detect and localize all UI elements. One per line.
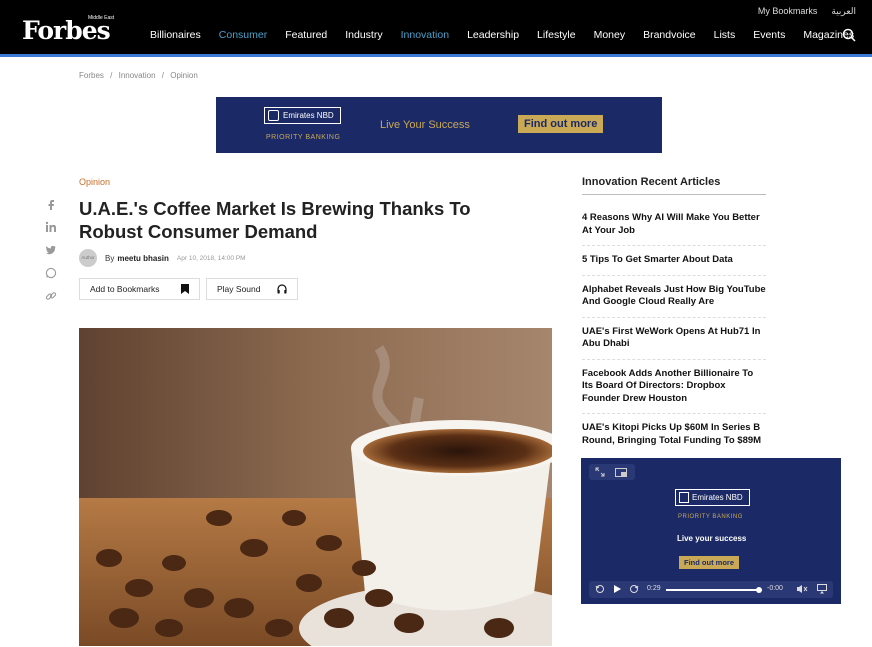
video-ad-brand-logo: Emirates NBD (675, 489, 750, 506)
recent-article-link[interactable]: UAE's First WeWork Opens At Hub71 In Abu… (582, 326, 766, 360)
recent-article-link[interactable]: 4 Reasons Why AI Will Make You Better At… (582, 212, 766, 246)
forward-icon[interactable] (629, 584, 639, 594)
add-to-bookmarks-button[interactable]: Add to Bookmarks (79, 278, 200, 300)
airplay-icon[interactable] (817, 584, 827, 594)
main-nav: Billionaires Consumer Featured Industry … (150, 29, 872, 41)
bookmark-icon (181, 284, 189, 294)
arabic-language-link[interactable]: العربية (831, 6, 856, 17)
recent-article-link[interactable]: Facebook Adds Another Billionaire To Its… (582, 368, 766, 414)
bank-logo-icon (679, 492, 689, 503)
sidebar-title: Innovation Recent Articles (582, 176, 721, 188)
article-category[interactable]: Opinion (79, 177, 110, 187)
nav-industry[interactable]: Industry (345, 29, 382, 41)
video-progress-bar[interactable] (666, 587, 763, 593)
expand-icon[interactable] (595, 467, 605, 477)
article-headline: U.A.E.'s Coffee Market Is Brewing Thanks… (79, 198, 471, 242)
sidebar-divider (582, 194, 766, 195)
recent-article-link[interactable]: 5 Tips To Get Smarter About Data (582, 254, 766, 276)
breadcrumb-innovation[interactable]: Innovation (119, 71, 156, 80)
video-top-controls (589, 464, 635, 480)
mute-icon[interactable] (796, 584, 808, 594)
author-byline: Author By meetu bhasin Apr 10, 2018, 14:… (79, 249, 246, 267)
whatsapp-icon[interactable] (45, 267, 57, 279)
nav-money[interactable]: Money (594, 29, 626, 41)
pip-icon[interactable] (615, 468, 627, 477)
hero-image (79, 328, 552, 646)
ad-cta-button[interactable]: Find out more (518, 115, 604, 133)
my-bookmarks-link[interactable]: My Bookmarks (758, 6, 818, 17)
breadcrumb-forbes[interactable]: Forbes (79, 71, 104, 80)
bookmark-label: Add to Bookmarks (90, 284, 160, 294)
ad-brand: Emirates NBD (283, 111, 334, 120)
nav-leadership[interactable]: Leadership (467, 29, 519, 41)
ad-subline: PRIORITY BANKING (266, 134, 341, 141)
progress-handle[interactable] (756, 587, 763, 593)
search-icon[interactable] (842, 28, 856, 42)
coffee-cup-image (79, 328, 552, 646)
replay-icon[interactable] (595, 584, 605, 594)
play-sound-label: Play Sound (217, 284, 261, 294)
recent-article-link[interactable]: Alphabet Reveals Just How Big YouTube An… (582, 284, 766, 318)
publish-date: Apr 10, 2018, 14:00 PM (176, 254, 246, 262)
ad-tagline: Live Your Success (380, 119, 470, 131)
play-icon[interactable] (612, 584, 622, 594)
logo-edition: Middle East (88, 15, 115, 21)
breadcrumb-separator: / (110, 71, 113, 80)
avatar[interactable]: Author (79, 249, 97, 267)
nav-brandvoice[interactable]: Brandvoice (643, 29, 696, 41)
nav-innovation[interactable]: Innovation (401, 29, 449, 41)
social-share-rail (45, 198, 57, 302)
author-name[interactable]: meetu bhasin (117, 254, 169, 263)
link-icon[interactable] (45, 290, 57, 302)
play-sound-button[interactable]: Play Sound (206, 278, 298, 300)
ad-brand-logo: Emirates NBD (264, 107, 341, 124)
time-elapsed: 0:29 (647, 585, 661, 592)
video-ad[interactable]: Emirates NBD PRIORITY BANKING Live your … (581, 458, 841, 604)
recent-article-link[interactable]: UAE's Kitopi Picks Up $60M In Series B R… (582, 422, 766, 455)
nav-billionaires[interactable]: Billionaires (150, 29, 201, 41)
twitter-icon[interactable] (45, 244, 57, 256)
bank-logo-icon (268, 110, 279, 121)
banner-ad[interactable]: Emirates NBD PRIORITY BANKING Live Your … (216, 97, 662, 153)
nav-lifestyle[interactable]: Lifestyle (537, 29, 576, 41)
headphones-icon (277, 284, 287, 294)
time-remaining: -0:00 (767, 585, 783, 592)
linkedin-icon[interactable] (45, 221, 57, 233)
video-ad-brand: Emirates NBD (692, 493, 743, 502)
breadcrumb: Forbes / Innovation / Opinion (79, 71, 202, 80)
facebook-icon[interactable] (45, 198, 57, 210)
breadcrumb-opinion[interactable]: Opinion (170, 71, 198, 80)
top-links: My Bookmarks العربية (758, 6, 856, 17)
nav-featured[interactable]: Featured (285, 29, 327, 41)
breadcrumb-separator: / (161, 71, 164, 80)
video-ad-cta-button[interactable]: Find out more (679, 556, 739, 569)
video-controls: 0:29 -0:00 (589, 581, 833, 598)
nav-consumer[interactable]: Consumer (219, 29, 267, 41)
video-ad-subline: PRIORITY BANKING (678, 514, 743, 520)
recent-articles-list: 4 Reasons Why AI Will Make You Better At… (582, 212, 766, 463)
nav-events[interactable]: Events (753, 29, 785, 41)
byline-prefix: By (105, 253, 115, 263)
nav-lists[interactable]: Lists (714, 29, 736, 41)
progress-fill (666, 589, 760, 591)
video-ad-tagline: Live your success (677, 534, 747, 543)
site-header: Forbes Middle East My Bookmarks العربية … (0, 0, 872, 57)
